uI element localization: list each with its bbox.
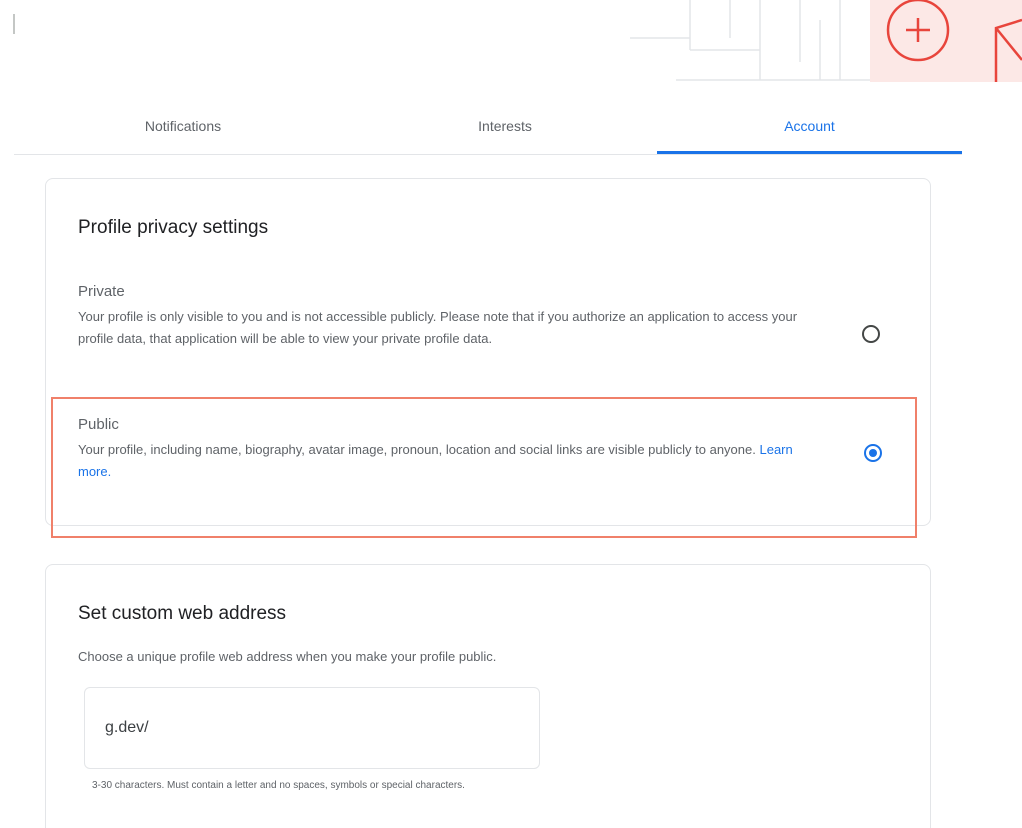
web-address-subtitle: Choose a unique profile web address when…: [78, 649, 497, 664]
settings-tab-bar: Notifications Interests Account: [14, 100, 962, 155]
public-option-description: Your profile, including name, biography,…: [78, 439, 808, 483]
public-option-label: Public: [78, 416, 119, 433]
web-address-input[interactable]: [84, 687, 540, 769]
private-option-description: Your profile is only visible to you and …: [78, 309, 798, 346]
web-address-title: Set custom web address: [78, 603, 287, 624]
tab-account-label: Account: [784, 118, 835, 134]
privacy-option-private[interactable]: Private Your profile is only visible to …: [78, 283, 908, 350]
private-radio-button[interactable]: [862, 325, 880, 343]
web-address-card: Set custom web address Choose a unique p…: [45, 564, 931, 828]
privacy-settings-card: Profile privacy settings Private Your pr…: [45, 178, 931, 526]
tab-interests[interactable]: Interests: [398, 100, 612, 153]
privacy-option-public[interactable]: Public Your profile, including name, bio…: [78, 416, 908, 483]
web-address-hint: 3-30 characters. Must contain a letter a…: [92, 780, 465, 791]
account-settings-page: Notifications Interests Account Profile …: [0, 0, 1022, 828]
tab-account[interactable]: Account: [657, 100, 962, 154]
private-option-label: Private: [78, 283, 125, 300]
active-tab-indicator: [657, 151, 962, 154]
public-description-text: Your profile, including name, biography,…: [78, 442, 756, 457]
tab-notifications[interactable]: Notifications: [74, 100, 292, 153]
header-illustration: [13, 0, 1022, 82]
privacy-card-title: Profile privacy settings: [78, 217, 269, 238]
public-radio-button[interactable]: [864, 444, 882, 462]
